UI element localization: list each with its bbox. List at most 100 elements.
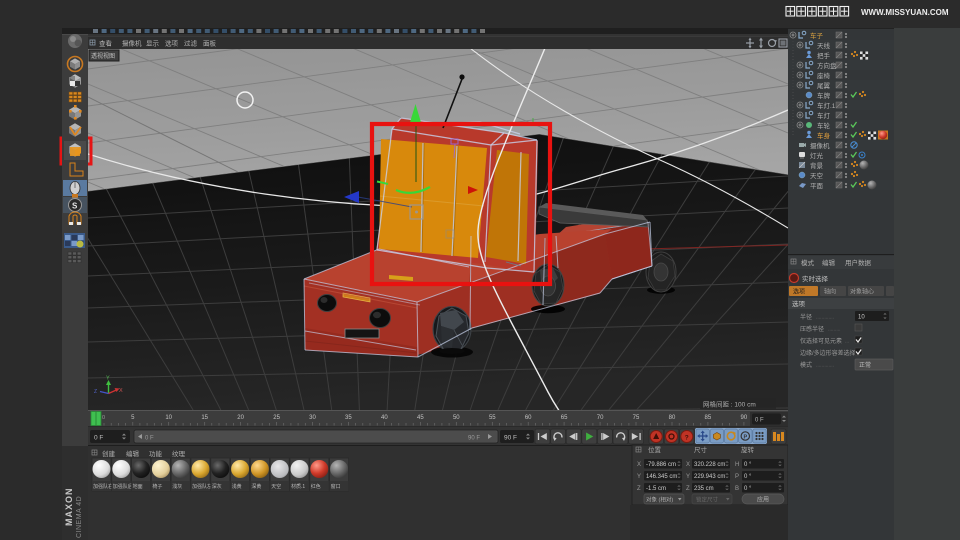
svg-text:深黄: 深黄 bbox=[251, 483, 261, 490]
svg-text:显示: 显示 bbox=[146, 40, 160, 48]
svg-text:面板: 面板 bbox=[203, 39, 217, 48]
svg-text:65: 65 bbox=[561, 415, 568, 421]
svg-text:80: 80 bbox=[669, 415, 676, 421]
svg-text:50: 50 bbox=[453, 415, 460, 421]
svg-text:10: 10 bbox=[858, 315, 865, 321]
svg-text:45: 45 bbox=[417, 415, 424, 421]
svg-text:车灯.1: 车灯.1 bbox=[817, 101, 836, 110]
svg-text:Y: Y bbox=[637, 474, 641, 480]
svg-text:...: ... bbox=[845, 339, 849, 345]
svg-text:地面: 地面 bbox=[133, 483, 143, 490]
svg-text:车牌: 车牌 bbox=[817, 91, 831, 100]
svg-text:35: 35 bbox=[345, 415, 352, 421]
svg-text:B: B bbox=[735, 486, 739, 492]
svg-text:235 cm: 235 cm bbox=[694, 486, 714, 492]
svg-text:半径: 半径 bbox=[800, 313, 812, 321]
svg-text:0 °: 0 ° bbox=[744, 462, 752, 468]
svg-text:MAXON: MAXON bbox=[64, 488, 74, 527]
svg-text:过滤: 过滤 bbox=[184, 39, 198, 48]
svg-text:选项: 选项 bbox=[165, 39, 179, 48]
svg-text:查看: 查看 bbox=[99, 39, 113, 48]
svg-text:位置: 位置 bbox=[648, 445, 662, 454]
svg-text:WWW.MISSYUAN.COM: WWW.MISSYUAN.COM bbox=[861, 8, 949, 17]
svg-text:.............: ............. bbox=[816, 315, 834, 321]
svg-text:轴向: 轴向 bbox=[824, 288, 836, 296]
svg-text:模式: 模式 bbox=[800, 361, 812, 369]
svg-text:146.345 cm: 146.345 cm bbox=[646, 474, 677, 480]
svg-text:透视视图: 透视视图 bbox=[91, 52, 115, 60]
svg-text:.............: ............. bbox=[816, 363, 834, 369]
svg-text:车子: 车子 bbox=[810, 31, 824, 40]
svg-text:椅子: 椅子 bbox=[152, 483, 162, 490]
svg-text:压感半径: 压感半径 bbox=[800, 325, 824, 333]
svg-text:边缘/多边形容差选择: 边缘/多边形容差选择 bbox=[800, 349, 856, 357]
svg-text:20: 20 bbox=[237, 415, 244, 421]
svg-text:0 F: 0 F bbox=[755, 418, 764, 424]
svg-text:H: H bbox=[735, 462, 739, 468]
svg-text:P: P bbox=[735, 474, 739, 480]
svg-text:15: 15 bbox=[201, 415, 208, 421]
svg-text:Z: Z bbox=[686, 486, 690, 492]
svg-text:功能: 功能 bbox=[149, 449, 163, 458]
svg-text:天空: 天空 bbox=[810, 171, 824, 180]
svg-text:P: P bbox=[743, 435, 747, 441]
svg-text:编辑: 编辑 bbox=[822, 258, 836, 267]
svg-text:0 °: 0 ° bbox=[744, 474, 752, 480]
svg-text:加强队后: 加强队后 bbox=[113, 483, 133, 490]
svg-text:摄像机: 摄像机 bbox=[122, 39, 142, 48]
svg-text:75: 75 bbox=[633, 415, 640, 421]
svg-text:网格间距 : 100 cm: 网格间距 : 100 cm bbox=[703, 400, 756, 409]
svg-text:实时选择: 实时选择 bbox=[802, 274, 829, 283]
svg-text:摄像机: 摄像机 bbox=[810, 141, 830, 150]
svg-text:CINEMA 4D: CINEMA 4D bbox=[76, 496, 83, 538]
svg-text:仅选择可见元素: 仅选择可见元素 bbox=[800, 337, 842, 345]
svg-text:0 F: 0 F bbox=[145, 436, 154, 442]
svg-text:.........: ......... bbox=[828, 327, 841, 333]
svg-text:55: 55 bbox=[489, 415, 496, 421]
svg-text:窗口: 窗口 bbox=[331, 483, 341, 490]
svg-text:Z: Z bbox=[637, 486, 641, 492]
svg-text:0 F: 0 F bbox=[94, 435, 103, 442]
svg-text:平面: 平面 bbox=[810, 182, 824, 190]
svg-text:天线: 天线 bbox=[817, 41, 831, 50]
svg-text:深灰: 深灰 bbox=[212, 483, 222, 490]
svg-text:40: 40 bbox=[381, 415, 388, 421]
svg-text:-1.5 cm: -1.5 cm bbox=[646, 486, 666, 492]
svg-text:方向盘: 方向盘 bbox=[817, 61, 837, 70]
svg-text:创建: 创建 bbox=[102, 449, 116, 458]
svg-text:对象轴心: 对象轴心 bbox=[850, 288, 874, 296]
svg-text:90 F: 90 F bbox=[468, 436, 480, 442]
svg-text:背景: 背景 bbox=[810, 161, 824, 170]
svg-text:灯光: 灯光 bbox=[810, 151, 824, 160]
svg-text:加强队右: 加强队右 bbox=[93, 483, 113, 490]
svg-text:25: 25 bbox=[273, 415, 280, 421]
svg-text:加强队左: 加强队左 bbox=[192, 483, 212, 490]
svg-text:应用: 应用 bbox=[757, 496, 769, 504]
svg-text:浅黄: 浅黄 bbox=[232, 483, 242, 490]
svg-text:60: 60 bbox=[525, 415, 532, 421]
svg-text:70: 70 bbox=[597, 415, 604, 421]
svg-text:选项: 选项 bbox=[793, 288, 805, 296]
svg-text:对象 (相对): 对象 (相对) bbox=[646, 496, 673, 504]
svg-text:85: 85 bbox=[705, 415, 712, 421]
svg-text:?: ? bbox=[685, 435, 689, 442]
svg-text:正常: 正常 bbox=[859, 361, 871, 369]
svg-text:材质.1: 材质.1 bbox=[291, 483, 305, 490]
svg-text:用户数据: 用户数据 bbox=[845, 258, 872, 267]
svg-text:编辑: 编辑 bbox=[126, 449, 140, 458]
svg-text:车灯: 车灯 bbox=[817, 111, 831, 120]
svg-text:把手: 把手 bbox=[817, 51, 831, 60]
svg-text:30: 30 bbox=[309, 415, 316, 421]
svg-text:X: X bbox=[686, 462, 690, 468]
svg-text:座椅: 座椅 bbox=[817, 71, 831, 80]
svg-text:车轮: 车轮 bbox=[817, 121, 831, 130]
svg-text:-79.886 cm: -79.886 cm bbox=[646, 462, 676, 468]
svg-text:尺寸: 尺寸 bbox=[694, 445, 708, 454]
svg-text:模式: 模式 bbox=[801, 258, 815, 267]
svg-text:0 °: 0 ° bbox=[744, 486, 752, 492]
svg-text:229.943 cm: 229.943 cm bbox=[694, 474, 725, 480]
svg-text:Y: Y bbox=[106, 376, 110, 382]
svg-text:X: X bbox=[119, 388, 123, 394]
svg-text:Z: Z bbox=[94, 389, 97, 395]
svg-text:90 F: 90 F bbox=[504, 435, 517, 442]
